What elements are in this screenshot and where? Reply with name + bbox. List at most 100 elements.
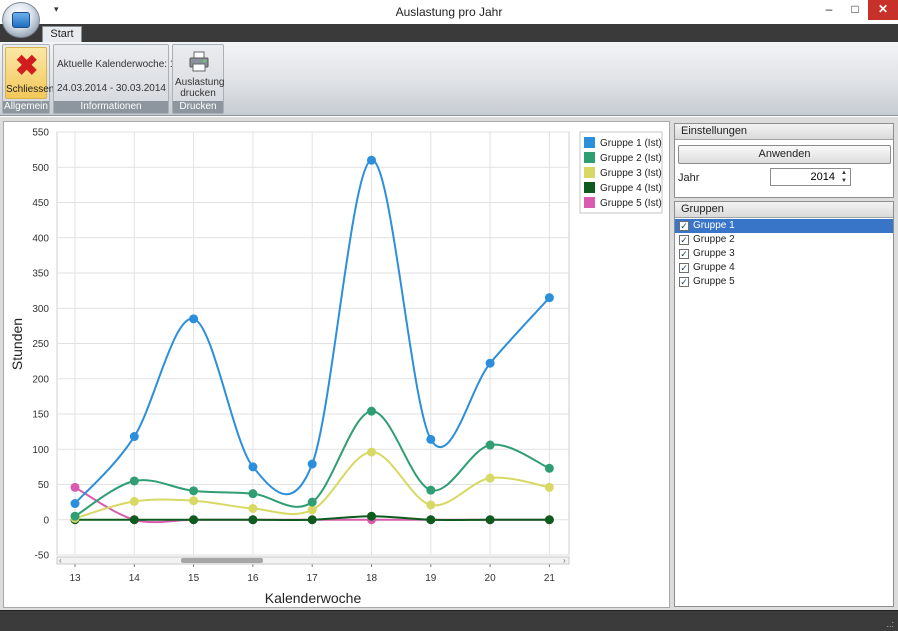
y-tick-label: -50 <box>35 551 50 562</box>
chart-scrollbar-track <box>56 556 570 565</box>
data-point-1 <box>307 459 317 469</box>
anwenden-button[interactable]: Anwenden <box>678 145 891 164</box>
print-label-line2: drucken <box>180 88 216 99</box>
legend-label: Gruppe 1 (Ist) <box>600 138 662 149</box>
group-label: Gruppe 4 <box>693 262 735 273</box>
maximize-button[interactable]: □ <box>842 0 868 20</box>
data-point-1 <box>426 434 436 444</box>
data-point-1 <box>189 314 199 324</box>
x-tick-label: 21 <box>544 573 556 584</box>
close-window-button[interactable]: ✕ <box>868 0 898 20</box>
data-point-3 <box>367 447 376 457</box>
ribbon-group-allgemein: ✖ Schliessen Allgemein <box>2 44 55 114</box>
data-point-3 <box>426 500 436 510</box>
data-point-1 <box>367 155 376 165</box>
schliessen-button[interactable]: ✖ Schliessen <box>5 47 55 99</box>
y-tick-label: 500 <box>32 163 49 174</box>
y-tick-label: 400 <box>32 233 49 244</box>
title-bar: ▾ Auslastung pro Jahr – □ ✕ <box>0 0 898 38</box>
data-point-4 <box>129 515 139 525</box>
ribbon-group-label: Drucken <box>173 101 223 113</box>
spin-down-icon[interactable]: ▼ <box>838 177 850 185</box>
current-week-text: Aktuelle Kalenderwoche: 13 <box>57 59 181 70</box>
list-item[interactable]: ✓ Gruppe 3 <box>675 247 893 261</box>
checkbox[interactable]: ✓ <box>679 277 689 287</box>
data-point-2 <box>367 406 376 416</box>
data-point-2 <box>307 497 317 507</box>
x-tick-label: 17 <box>307 573 319 584</box>
legend-label: Gruppe 2 (Ist) <box>600 153 662 164</box>
data-point-1 <box>70 499 80 509</box>
ribbon-tab-strip: Start <box>0 24 898 42</box>
ribbon-group-label: Allgemein <box>3 101 49 113</box>
data-point-3 <box>248 503 258 513</box>
checkbox[interactable]: ✓ <box>679 263 689 273</box>
legend-label: Gruppe 3 (Ist) <box>600 168 662 179</box>
ribbon-group-informationen: Aktuelle Kalenderwoche: 13 24.03.2014 - … <box>53 44 181 114</box>
ribbon-group-drucken: Auslastung drucken Drucken <box>172 44 224 114</box>
ribbon-group-label: Informationen <box>54 101 168 113</box>
groups-list: ✓ Gruppe 1 ✓ Gruppe 2 ✓ Gruppe 3 ✓ Grupp… <box>675 219 893 289</box>
legend-label: Gruppe 5 (Ist) <box>600 198 662 209</box>
spin-up-icon[interactable]: ▲ <box>838 169 850 177</box>
data-point-4 <box>544 515 554 525</box>
schliessen-label: Schliessen <box>6 84 55 95</box>
x-axis-label: Kalenderwoche <box>265 590 362 606</box>
status-bar: ..: <box>0 610 898 631</box>
data-point-5 <box>70 482 80 492</box>
y-axis-label: Stunden <box>9 318 25 370</box>
legend-label: Gruppe 4 (Ist) <box>600 183 662 194</box>
x-tick-label: 13 <box>69 573 81 584</box>
ribbon: ✖ Schliessen Allgemein Aktuelle Kalender… <box>0 42 898 116</box>
chart-scrollbar-thumb <box>181 558 263 563</box>
groups-header: Gruppen <box>675 202 893 218</box>
legend-swatch <box>584 137 595 148</box>
year-input[interactable] <box>771 169 838 185</box>
scroll-right-icon: › <box>563 556 566 565</box>
year-spin-arrows[interactable]: ▲ ▼ <box>838 169 850 185</box>
data-point-4 <box>485 515 495 525</box>
y-tick-label: 200 <box>32 374 49 385</box>
list-item[interactable]: ✓ Gruppe 1 <box>675 219 893 233</box>
scroll-left-icon: ‹ <box>59 556 62 565</box>
data-point-3 <box>544 482 554 492</box>
minimize-button[interactable]: – <box>816 0 842 20</box>
settings-panel: Einstellungen Anwenden Jahr ▲ ▼ <box>674 123 894 198</box>
data-point-3 <box>189 496 199 506</box>
data-point-2 <box>426 485 436 495</box>
legend-swatch <box>584 167 595 178</box>
data-point-1 <box>129 432 139 442</box>
auslastung-drucken-button[interactable]: Auslastung drucken <box>175 47 224 101</box>
data-point-3 <box>129 496 139 506</box>
x-tick-label: 15 <box>188 573 200 584</box>
list-item[interactable]: ✓ Gruppe 2 <box>675 233 893 247</box>
legend-swatch <box>584 152 595 163</box>
settings-header: Einstellungen <box>675 124 893 140</box>
legend-swatch <box>584 197 595 208</box>
data-point-2 <box>129 476 139 486</box>
group-label: Gruppe 5 <box>693 276 735 287</box>
y-tick-label: 150 <box>32 410 49 421</box>
data-point-1 <box>248 462 258 472</box>
x-tick-label: 20 <box>485 573 497 584</box>
checkbox[interactable]: ✓ <box>679 221 689 231</box>
data-point-4 <box>248 515 258 525</box>
app-menu-button[interactable] <box>2 2 40 38</box>
tab-start[interactable]: Start <box>42 26 82 42</box>
legend-swatch <box>584 182 595 193</box>
y-tick-label: 0 <box>43 515 49 526</box>
group-label: Gruppe 1 <box>693 220 735 231</box>
list-item[interactable]: ✓ Gruppe 5 <box>675 275 893 289</box>
resize-grip-icon[interactable]: ..: <box>886 620 894 629</box>
y-tick-label: 450 <box>32 198 49 209</box>
checkbox[interactable]: ✓ <box>679 235 689 245</box>
window-title: Auslastung pro Jahr <box>395 5 503 19</box>
data-point-2 <box>70 511 80 521</box>
x-tick-label: 19 <box>425 573 437 584</box>
list-item[interactable]: ✓ Gruppe 4 <box>675 261 893 275</box>
year-spinner[interactable]: ▲ ▼ <box>770 168 851 186</box>
data-point-4 <box>307 515 317 525</box>
checkbox[interactable]: ✓ <box>679 249 689 259</box>
x-tick-label: 14 <box>129 573 141 584</box>
data-point-1 <box>544 293 554 303</box>
